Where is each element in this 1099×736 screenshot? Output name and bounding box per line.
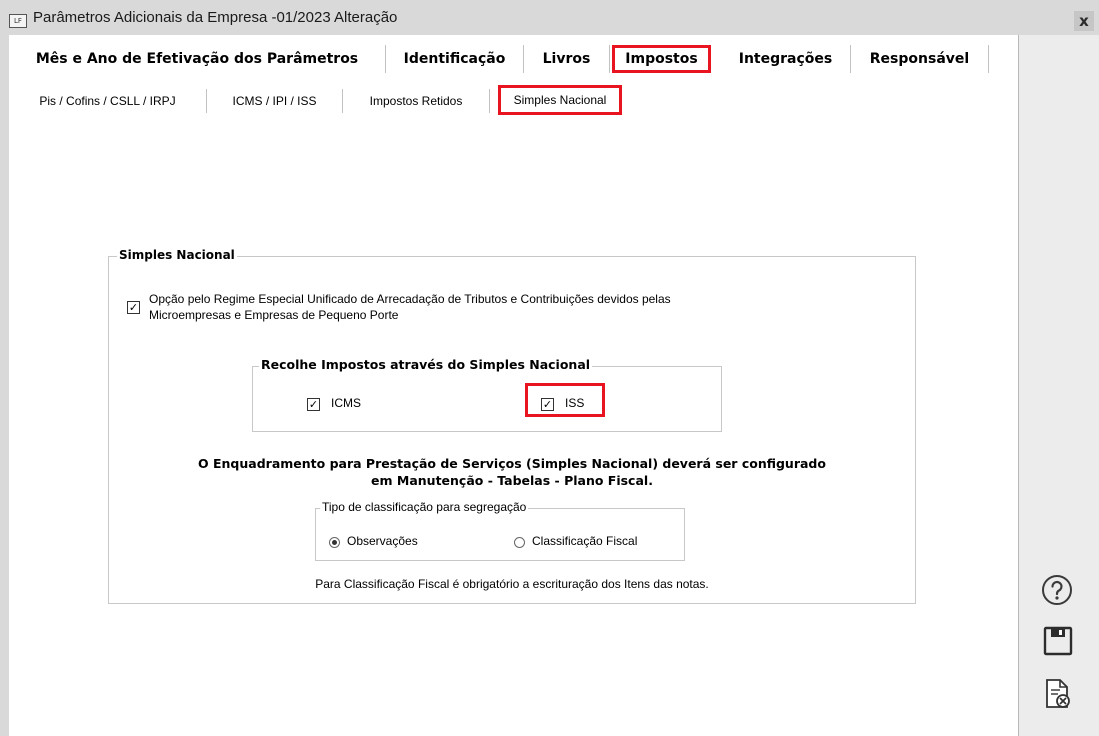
save-icon[interactable] [1042,625,1074,657]
tab-identificacao[interactable]: Identificação [386,45,524,73]
regime-especial-label-line2: Microempresas e Empresas de Pequeno Port… [149,308,399,322]
simples-group-title: Simples Nacional [117,248,237,262]
subtab-impostos-retidos[interactable]: Impostos Retidos [343,89,490,113]
subtab-icms-ipi-iss[interactable]: ICMS / IPI / ISS [207,89,343,113]
enquadramento-text-line1: O Enquadramento para Prestação de Serviç… [198,456,826,471]
subtab-simples-nacional[interactable]: Simples Nacional [498,85,622,115]
help-icon[interactable] [1040,573,1074,607]
right-toolbar [1018,35,1099,736]
tipo-classificacao-group: Tipo de classificação para segregação Ob… [315,500,685,561]
window-left-border [0,35,9,736]
regime-especial-checkbox[interactable]: ✓ [127,301,140,314]
simples-nacional-group: Simples Nacional ✓ Opção pelo Regime Esp… [108,248,916,604]
tab-livros[interactable]: Livros [524,45,610,73]
cancel-document-icon[interactable] [1043,677,1073,711]
iss-label: ISS [565,396,585,410]
icms-checkbox[interactable]: ✓ [307,398,320,411]
close-button[interactable]: x [1074,11,1094,31]
tipo-classificacao-title: Tipo de classificação para segregação [320,500,529,514]
regime-especial-label-line1: Opção pelo Regime Especial Unificado de … [149,292,671,306]
sub-tabs: Pis / Cofins / CSLL / IRPJ ICMS / IPI / … [9,82,1018,116]
main-panel: Mês e Ano de Efetivação dos Parâmetros I… [9,35,1018,736]
window-title: Parâmetros Adicionais da Empresa -01/202… [33,9,398,26]
tab-mes-ano[interactable]: Mês e Ano de Efetivação dos Parâmetros [9,45,386,73]
recolhe-impostos-group: Recolhe Impostos através do Simples Naci… [252,357,722,432]
classificacao-fiscal-radio[interactable] [514,537,525,548]
recolhe-group-title: Recolhe Impostos através do Simples Naci… [259,357,593,372]
classificacao-note: Para Classificação Fiscal é obrigatório … [315,577,709,591]
title-bar: LF Parâmetros Adicionais da Empresa -01/… [0,0,1099,35]
subtab-pis-cofins[interactable]: Pis / Cofins / CSLL / IRPJ [9,89,207,113]
tab-impostos[interactable]: Impostos [612,45,711,73]
iss-checkbox[interactable]: ✓ [541,398,554,411]
observacoes-label: Observações [347,534,418,548]
app-icon: LF [9,14,27,28]
classificacao-fiscal-label: Classificação Fiscal [532,534,638,548]
observacoes-radio[interactable] [329,537,340,548]
enquadramento-text-line2: em Manutenção - Tabelas - Plano Fiscal. [371,473,653,488]
icms-label: ICMS [331,396,361,410]
tab-integracoes[interactable]: Integrações [721,45,851,73]
tab-responsavel[interactable]: Responsável [851,45,989,73]
main-tabs: Mês e Ano de Efetivação dos Parâmetros I… [9,35,1018,76]
